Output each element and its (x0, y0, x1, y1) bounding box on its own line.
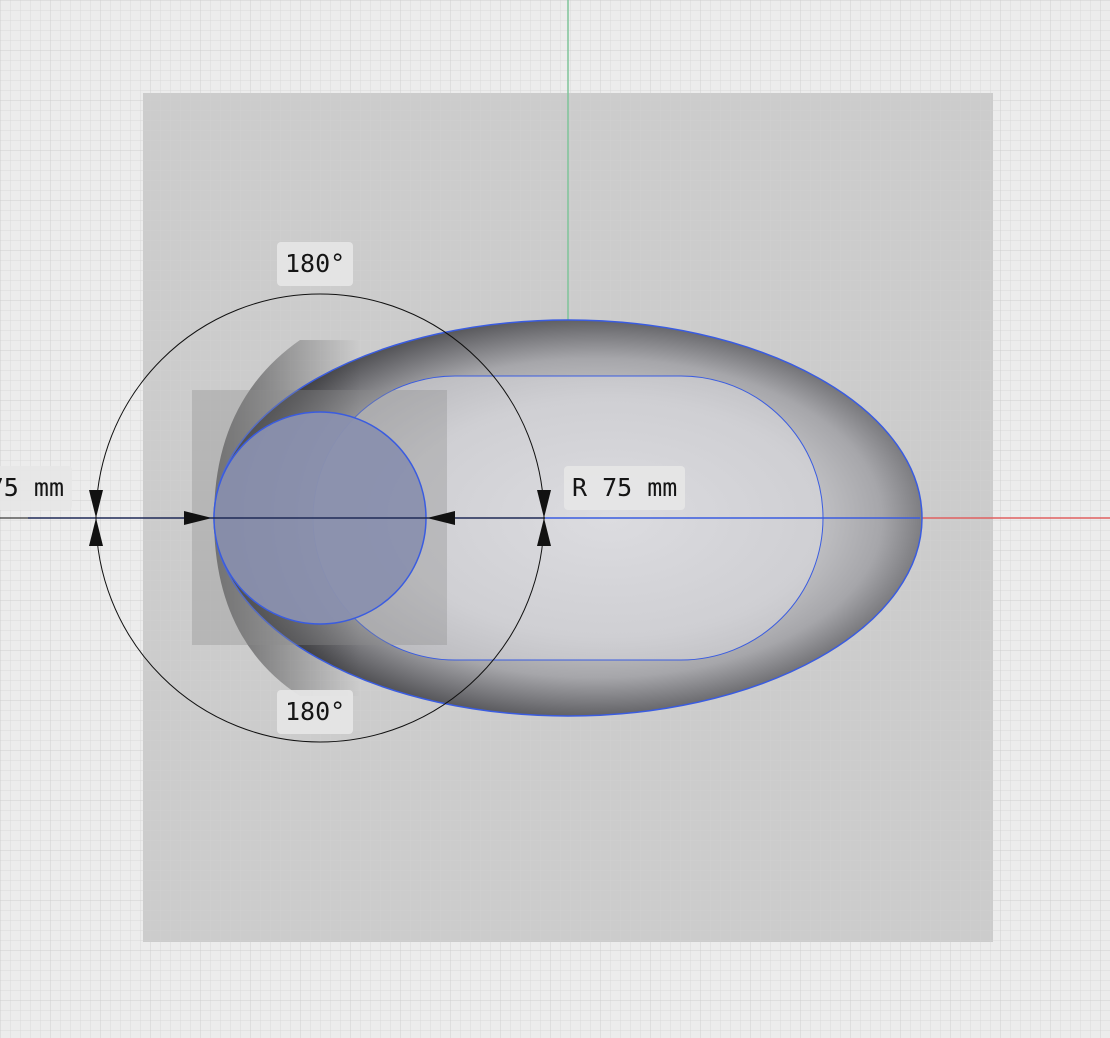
cad-viewport[interactable]: 180° 180° R 75 mm R 75 mm (0, 0, 1110, 1038)
radius-dimension-left[interactable]: R 75 mm (0, 466, 72, 510)
angle-dimension-bottom[interactable]: 180° (277, 690, 354, 734)
angle-dimension-top[interactable]: 180° (277, 242, 354, 286)
radius-dimension-right[interactable]: R 75 mm (564, 466, 686, 510)
viewport-canvas (0, 0, 1110, 1038)
